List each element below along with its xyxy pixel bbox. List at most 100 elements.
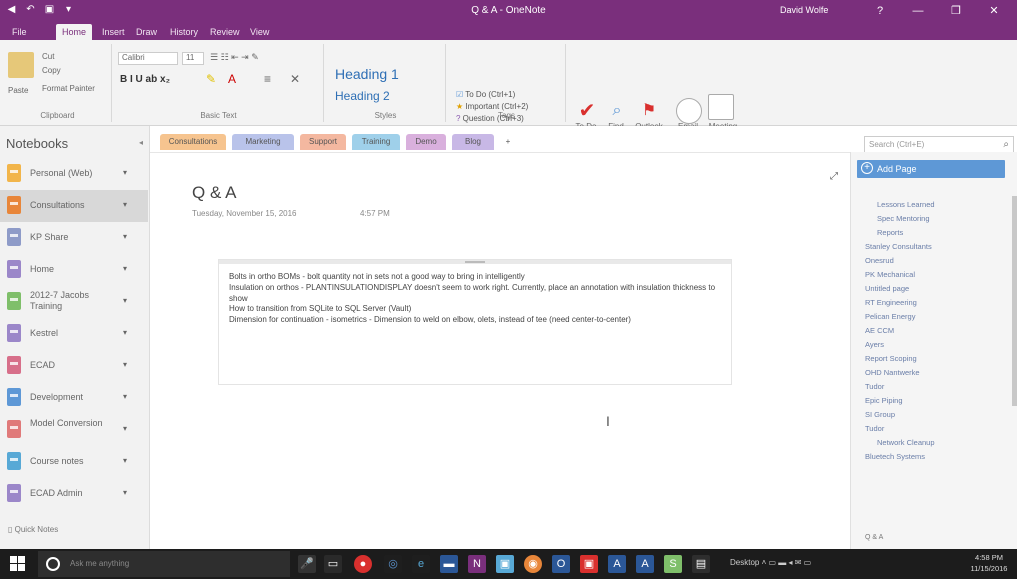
page-item[interactable]: Network Cleanup	[877, 438, 935, 447]
note-container[interactable]: Bolts in ortho BOMs - bolt quantity not …	[218, 259, 732, 385]
page-item[interactable]: Stanley Consultants	[865, 242, 932, 251]
chevron-down-icon[interactable]: ▾	[123, 296, 127, 305]
app-icon-a2[interactable]: A	[636, 555, 654, 573]
page-item[interactable]: Untitled page	[865, 284, 909, 293]
page-item[interactable]: Epic Piping	[865, 396, 903, 405]
expand-icon[interactable]: ⤢	[830, 171, 838, 182]
container-handle[interactable]	[219, 260, 731, 264]
add-page-button[interactable]: + Add Page	[857, 160, 1005, 178]
tab-draw[interactable]: Draw	[130, 24, 163, 40]
clear-format-icon[interactable]: ✕	[290, 72, 300, 86]
notebook-item[interactable]: Development ▾	[0, 382, 148, 414]
chevron-down-icon[interactable]: ▾	[123, 488, 127, 497]
page-item[interactable]: Bluetech Systems	[865, 452, 925, 461]
page-item[interactable]: RT Engineering	[865, 298, 917, 307]
page-item[interactable]: Report Scoping	[865, 354, 917, 363]
page-item[interactable]: Ayers	[865, 340, 884, 349]
store-icon[interactable]: ▣	[496, 555, 514, 573]
heading1-style[interactable]: Heading 1	[335, 66, 399, 82]
font-name-select[interactable]: Calibri	[118, 52, 178, 65]
page-list-scrollbar[interactable]	[1012, 196, 1017, 406]
page-item[interactable]: Onesrud	[865, 256, 894, 265]
tag-important[interactable]: ★ Important (Ctrl+2)	[456, 102, 528, 111]
notebook-item[interactable]: ECAD Admin ▾	[0, 478, 148, 510]
app-icon-gray[interactable]: ▤	[692, 555, 710, 573]
align-icon[interactable]: ≡	[264, 72, 271, 86]
format-icons[interactable]: B I U ab x₂	[120, 74, 170, 85]
notebook-item[interactable]: Consultations ▾	[0, 190, 148, 222]
system-tray[interactable]: Desktop ˄ ▭ ▬ ◂ ✉ ▭	[730, 558, 811, 567]
tab-insert[interactable]: Insert	[96, 24, 131, 40]
page-item[interactable]: Tudor	[865, 424, 884, 433]
notebook-item[interactable]: Home ▾	[0, 254, 148, 286]
notebook-item[interactable]: Course notes ▾	[0, 446, 148, 478]
windows-start-icon[interactable]	[10, 556, 26, 572]
paste-icon[interactable]	[8, 52, 34, 78]
notebook-item[interactable]: KP Share ▾	[0, 222, 148, 254]
page-item[interactable]: AE CCM	[865, 326, 894, 335]
page-canvas[interactable]: ⤢ Q & A Tuesday, November 15, 2016 4:57 …	[150, 152, 850, 549]
section-tab[interactable]: Marketing	[232, 134, 294, 150]
section-tab[interactable]: Consultations	[160, 134, 226, 150]
list-icons[interactable]: ☰ ☷ ⇤ ⇥ ✎	[210, 52, 259, 63]
notebook-item[interactable]: Kestrel ▾	[0, 318, 148, 350]
explorer-icon[interactable]: ▬	[440, 555, 458, 573]
section-tab[interactable]: Support	[300, 134, 346, 150]
microphone-icon[interactable]: 🎤	[298, 555, 316, 573]
chevron-down-icon[interactable]: ▾	[123, 232, 127, 241]
cortana-search-box[interactable]: Ask me anything	[38, 551, 290, 577]
page-item[interactable]: PK Mechanical	[865, 270, 915, 279]
chevron-down-icon[interactable]: ▾	[123, 456, 127, 465]
notebook-item[interactable]: Model Conversion ▾	[0, 414, 148, 446]
tag-question[interactable]: ? Question (Ctrl+3)	[456, 114, 524, 123]
chevron-down-icon[interactable]: ▾	[123, 200, 127, 209]
section-tab[interactable]: Training	[352, 134, 400, 150]
note-line[interactable]: Dimension for continuation - isometrics …	[229, 315, 723, 326]
outlook-icon[interactable]: O	[552, 555, 570, 573]
notebook-item[interactable]: Personal (Web) ▾	[0, 158, 148, 190]
app-icon-red[interactable]: ●	[354, 555, 372, 573]
app-icon-red2[interactable]: ▣	[580, 555, 598, 573]
highlight-icon[interactable]: ✎	[206, 72, 216, 86]
quick-notes[interactable]: ▯ Quick Notes	[8, 525, 58, 534]
task-view-icon[interactable]: ▭	[324, 555, 342, 573]
clock[interactable]: 4:58 PM 11/15/2016	[964, 552, 1014, 574]
note-line[interactable]: How to transition from SQLite to SQL Ser…	[229, 304, 723, 315]
heading2-style[interactable]: Heading 2	[335, 89, 390, 103]
page-item[interactable]: Tudor	[865, 382, 884, 391]
paste-button[interactable]: Paste	[8, 86, 28, 95]
section-tab[interactable]: Blog	[452, 134, 494, 150]
chrome-icon[interactable]: ◉	[524, 555, 542, 573]
add-section-tab[interactable]: +	[500, 134, 516, 150]
chevron-down-icon[interactable]: ▾	[123, 424, 127, 433]
notebook-item[interactable]: 2012-7 Jacobs Training ▾	[0, 286, 148, 318]
section-tab[interactable]: Demo	[406, 134, 446, 150]
chevron-down-icon[interactable]: ▾	[123, 392, 127, 401]
page-item[interactable]: Lessons Learned	[877, 200, 935, 209]
tab-review[interactable]: Review	[204, 24, 246, 40]
edge-icon[interactable]: e	[412, 555, 430, 573]
app-icon-blue[interactable]: ◎	[384, 555, 402, 573]
chevron-down-icon[interactable]: ▾	[123, 264, 127, 273]
help-button[interactable]: ?	[863, 2, 897, 20]
font-color-icon[interactable]: A	[228, 72, 236, 86]
page-item[interactable]: SI Group	[865, 410, 895, 419]
app-icon-a1[interactable]: A	[608, 555, 626, 573]
page-item[interactable]: OHD Nantwerke	[865, 368, 920, 377]
note-line[interactable]: Insulation on orthos - PLANTINSULATIONDI…	[229, 283, 723, 305]
tab-view[interactable]: View	[244, 24, 275, 40]
font-size-select[interactable]: 11	[182, 52, 204, 65]
tag-todo[interactable]: ☑ To Do (Ctrl+1)	[456, 90, 515, 99]
note-line[interactable]: Bolts in ortho BOMs - bolt quantity not …	[229, 272, 723, 283]
close-button[interactable]: ✕	[977, 2, 1011, 20]
notebook-item[interactable]: ECAD ▾	[0, 350, 148, 382]
onenote-icon[interactable]: N	[468, 555, 486, 573]
pin-icon[interactable]: ◂	[139, 138, 143, 147]
format-painter-button[interactable]: Format Painter	[42, 84, 95, 93]
page-title[interactable]: Q & A	[192, 183, 236, 203]
user-name[interactable]: David Wolfe	[780, 5, 828, 15]
minimize-button[interactable]: —	[901, 2, 935, 20]
tab-history[interactable]: History	[164, 24, 204, 40]
copy-button[interactable]: Copy	[42, 66, 61, 75]
search-icon[interactable]: ⌕	[1003, 137, 1009, 153]
